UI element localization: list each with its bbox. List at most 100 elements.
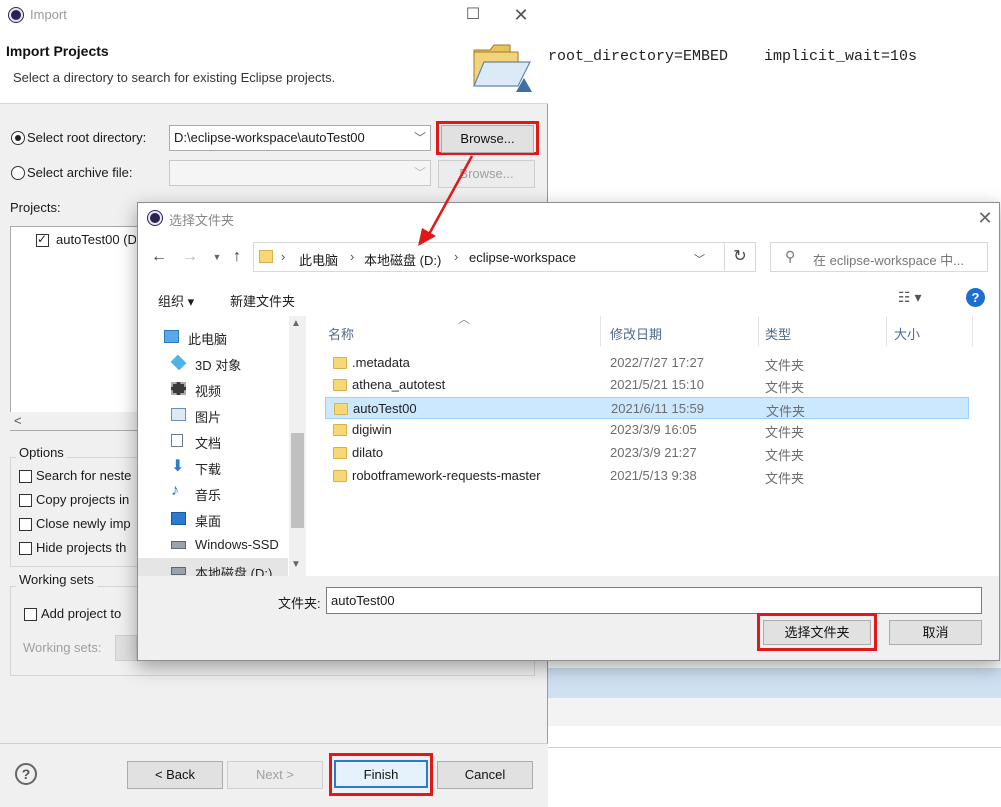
folder-icon bbox=[334, 403, 348, 415]
cancel-button[interactable]: Cancel bbox=[437, 761, 533, 789]
projects-label: Projects: bbox=[10, 200, 61, 215]
nav-item-local-disk-d[interactable]: 本地磁盘 (D:) bbox=[138, 558, 288, 576]
editor-highlight-band bbox=[548, 668, 1001, 698]
help-icon[interactable]: ? bbox=[966, 288, 985, 307]
sort-up-icon: ︿ bbox=[458, 312, 471, 326]
column-header-type[interactable]: 类型 bbox=[765, 324, 791, 343]
table-row[interactable]: dilato 2023/3/9 21:27 文件夹 bbox=[325, 442, 969, 464]
nav-item-music[interactable]: ♪ 音乐 bbox=[138, 480, 288, 506]
working-sets-label: Working sets: bbox=[23, 640, 102, 655]
column-header-size[interactable]: 大小 bbox=[894, 324, 920, 343]
project-item[interactable]: autoTest00 (D bbox=[56, 232, 136, 247]
option-label: Close newly imp bbox=[36, 516, 131, 531]
view-options-icon[interactable]: ☷ ▾ bbox=[898, 289, 921, 306]
scrollbar-thumb[interactable] bbox=[291, 433, 304, 528]
scroll-down-icon[interactable]: ▼ bbox=[291, 559, 301, 570]
film-icon bbox=[171, 382, 186, 395]
organize-menu[interactable]: 组织 ▾ bbox=[158, 291, 194, 310]
nav-item-windows-ssd[interactable]: Windows-SSD bbox=[138, 532, 288, 558]
folder-name-input[interactable]: autoTest00 bbox=[326, 587, 982, 614]
close-icon[interactable]: ✕ bbox=[510, 4, 532, 26]
chevron-down-icon[interactable]: ﹀ bbox=[414, 164, 426, 181]
select-archive-label: Select archive file: bbox=[27, 165, 133, 180]
up-arrow-icon[interactable]: ↑ bbox=[227, 247, 247, 267]
table-row[interactable]: robotframework-requests-master 2021/5/13… bbox=[325, 465, 969, 487]
add-project-checkbox[interactable] bbox=[24, 608, 37, 621]
browse-button[interactable]: Browse... bbox=[441, 125, 534, 153]
cancel-button[interactable]: 取消 bbox=[889, 620, 982, 645]
address-bar[interactable]: › 此电脑 › 本地磁盘 (D:) › eclipse-workspace ﹀ bbox=[253, 242, 732, 272]
project-checkbox[interactable] bbox=[36, 232, 49, 247]
scroll-left-icon[interactable]: < bbox=[14, 413, 22, 428]
column-divider[interactable] bbox=[886, 316, 887, 346]
breadcrumb-item[interactable]: 此电脑 bbox=[299, 250, 338, 269]
column-divider[interactable] bbox=[758, 316, 759, 346]
nav-item-documents[interactable]: 文档 bbox=[138, 428, 288, 454]
option-checkbox[interactable] bbox=[19, 542, 32, 555]
search-placeholder: 在 eclipse-workspace 中... bbox=[813, 253, 964, 268]
option-checkbox[interactable] bbox=[19, 494, 32, 507]
folder-icon bbox=[259, 250, 273, 263]
options-label: Options bbox=[16, 445, 67, 460]
table-row[interactable]: athena_autotest 2021/5/21 15:10 文件夹 bbox=[325, 374, 969, 396]
select-root-radio[interactable] bbox=[11, 131, 25, 145]
column-divider[interactable] bbox=[600, 316, 601, 346]
open-folder-icon bbox=[473, 44, 532, 92]
finish-button[interactable]: Finish bbox=[334, 760, 428, 788]
breadcrumb-item[interactable]: eclipse-workspace bbox=[469, 250, 576, 265]
nav-item-desktop[interactable]: 桌面 bbox=[138, 506, 288, 532]
search-input[interactable]: ⚲ 在 eclipse-workspace 中... bbox=[770, 242, 988, 272]
column-divider[interactable] bbox=[972, 316, 973, 346]
working-sets-group-label: Working sets bbox=[16, 572, 97, 587]
scroll-up-icon[interactable]: ▲ bbox=[291, 318, 301, 329]
option-label: Hide projects th bbox=[36, 540, 127, 555]
working-sets-combo[interactable] bbox=[115, 635, 137, 661]
editor-band bbox=[548, 698, 1001, 726]
nav-item-videos[interactable]: 视频 bbox=[138, 376, 288, 402]
projects-list[interactable] bbox=[10, 226, 150, 431]
chevron-down-icon[interactable]: ﹀ bbox=[414, 129, 426, 146]
chevron-right-icon[interactable]: › bbox=[281, 249, 285, 264]
table-row[interactable]: digiwin 2023/3/9 16:05 文件夹 bbox=[325, 419, 969, 441]
archive-browse-button[interactable]: Browse... bbox=[438, 160, 535, 188]
chevron-right-icon[interactable]: › bbox=[350, 249, 354, 264]
nav-item-this-pc[interactable]: 此电脑 bbox=[138, 324, 288, 350]
breadcrumb-item[interactable]: 本地磁盘 (D:) bbox=[364, 250, 441, 269]
root-directory-combo[interactable]: D:\eclipse-workspace\autoTest00 ﹀ bbox=[169, 125, 431, 151]
back-arrow-icon[interactable]: ← bbox=[149, 247, 169, 267]
page-title: Import Projects bbox=[6, 43, 109, 59]
nav-item-3d-objects[interactable]: 3D 对象 bbox=[138, 350, 288, 376]
next-button[interactable]: Next > bbox=[227, 761, 323, 789]
close-icon[interactable]: ✕ bbox=[974, 207, 996, 229]
nav-item-pictures[interactable]: 图片 bbox=[138, 402, 288, 428]
horizontal-scrollbar[interactable] bbox=[10, 412, 150, 430]
recent-dropdown-icon[interactable]: ▼ bbox=[207, 247, 227, 267]
document-icon bbox=[171, 434, 183, 447]
drive-icon bbox=[171, 541, 186, 549]
back-button[interactable]: < Back bbox=[127, 761, 223, 789]
nav-item-downloads[interactable]: ⬇ 下载 bbox=[138, 454, 288, 480]
column-header-date[interactable]: 修改日期 bbox=[610, 324, 662, 343]
drive-icon bbox=[171, 567, 186, 575]
column-header-name[interactable]: 名称 bbox=[328, 324, 354, 343]
folder-name-value: autoTest00 bbox=[331, 593, 395, 608]
folder-chooser-dialog: 选择文件夹 ✕ ← → ▼ ↑ › 此电脑 › 本地磁盘 (D:) › ecli… bbox=[137, 202, 1000, 661]
select-archive-radio[interactable] bbox=[11, 166, 25, 180]
maximize-icon[interactable]: ☐ bbox=[463, 5, 483, 25]
chevron-down-icon[interactable]: ﹀ bbox=[694, 251, 705, 267]
archive-combo[interactable]: ﹀ bbox=[169, 160, 431, 186]
option-checkbox[interactable] bbox=[19, 518, 32, 531]
chevron-right-icon[interactable]: › bbox=[454, 249, 458, 264]
chooser-titlebar[interactable] bbox=[138, 203, 999, 233]
new-folder-button[interactable]: 新建文件夹 bbox=[230, 291, 295, 310]
select-folder-button[interactable]: 选择文件夹 bbox=[763, 620, 871, 645]
table-row[interactable]: .metadata 2022/7/27 17:27 文件夹 bbox=[325, 352, 969, 374]
help-icon[interactable]: ? bbox=[15, 763, 37, 785]
option-label: Copy projects in bbox=[36, 492, 130, 507]
table-row-selected[interactable]: autoTest00 2021/6/11 15:59 文件夹 bbox=[325, 397, 969, 419]
forward-arrow-icon[interactable]: → bbox=[180, 247, 200, 267]
option-checkbox[interactable] bbox=[19, 470, 32, 483]
refresh-icon[interactable]: ↻ bbox=[724, 242, 756, 272]
computer-icon bbox=[164, 330, 179, 343]
search-icon: ⚲ bbox=[785, 248, 796, 264]
